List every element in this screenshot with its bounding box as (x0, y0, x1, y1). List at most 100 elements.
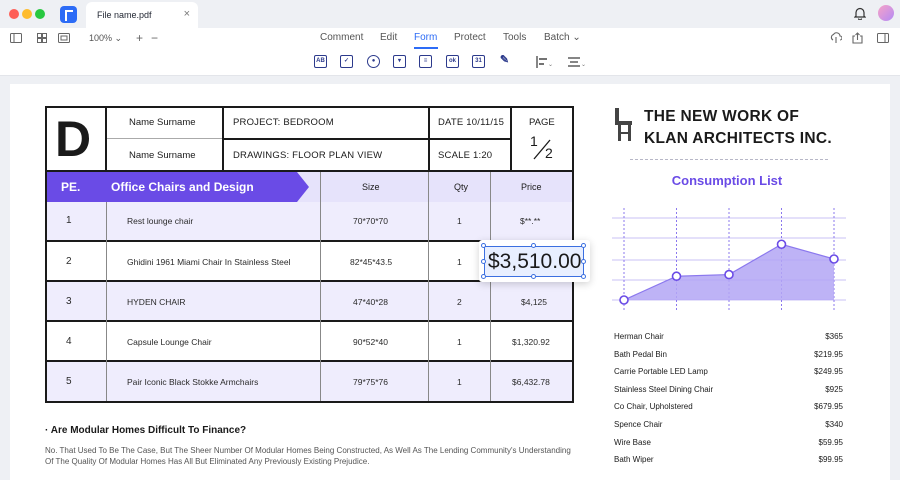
row-1-qty: 1 (457, 216, 462, 226)
col-size-header: Size (362, 182, 380, 192)
menu-form[interactable]: Form (414, 32, 437, 43)
radio-button-tool-icon[interactable]: ● (367, 55, 380, 68)
list-item-name: Stainless Steel Dining Chair (614, 384, 714, 394)
col-price-header: Price (521, 182, 542, 192)
consumption-area-chart (612, 208, 846, 310)
name-surname-2: Name Surname (129, 150, 196, 161)
list-item-name: Wire Base (614, 437, 651, 447)
button-tool-icon[interactable]: ok (446, 55, 459, 68)
date-field-tool-icon[interactable]: 31 (472, 55, 485, 68)
toolbar: 100% ⌄ + − Comment Edit Form Protect Too… (0, 28, 900, 76)
divider (428, 172, 429, 401)
page-view-icon[interactable] (58, 33, 70, 43)
resize-handle[interactable] (531, 274, 536, 279)
company-line-1: THE NEW WORK OF (644, 108, 800, 125)
row-2-size: 82*45*43.5 (350, 257, 393, 267)
share-icon[interactable] (852, 32, 863, 44)
panel-toggle-icon[interactable] (877, 33, 889, 43)
avatar[interactable] (878, 5, 894, 21)
col-pe-header: PE. (61, 180, 81, 194)
row-3-num: 3 (66, 296, 72, 307)
list-item-price: $219.95 (814, 349, 843, 359)
signature-tool-icon[interactable]: ✎ (498, 55, 511, 68)
combo-box-tool-icon[interactable]: ▾ (393, 55, 406, 68)
page-total: 2 (545, 145, 553, 161)
list-item-name: Bath Wiper (614, 455, 654, 465)
list-item-price: $59.95 (818, 437, 843, 447)
chart-point (724, 269, 734, 280)
resize-handle[interactable] (581, 243, 586, 248)
checkbox-tool-icon[interactable]: ✓ (340, 55, 353, 68)
zoom-out-button[interactable]: − (151, 31, 158, 45)
divider (107, 138, 222, 139)
company-title: THE NEW WORK OF KLAN ARCHITECTS INC. (644, 106, 832, 150)
menu-batch[interactable]: Batch ⌄ (544, 32, 581, 43)
divider (47, 320, 572, 322)
list-item-price: $365 (825, 332, 843, 341)
row-5-price[interactable]: $6,432.78 (512, 377, 550, 387)
svg-text:⌄: ⌄ (581, 62, 586, 68)
divider (106, 202, 107, 401)
upload-icon[interactable] (830, 32, 842, 44)
zoom-in-button[interactable]: + (136, 31, 143, 45)
row-3-price[interactable]: $4,125 (521, 297, 547, 307)
list-item-name: Co Chair, Upholstered (614, 402, 693, 412)
menu-edit[interactable]: Edit (380, 32, 397, 43)
date-label: DATE 10/11/15 (438, 117, 505, 128)
thumbnail-grid-icon[interactable] (37, 33, 47, 43)
resize-handle[interactable] (581, 274, 586, 279)
divider (490, 172, 491, 401)
row-2-name: Ghidini 1961 Miami Chair In Stainless St… (127, 257, 291, 267)
list-item-price: $679.95 (814, 402, 843, 412)
page-label: PAGE (529, 117, 555, 128)
notification-bell-icon[interactable] (854, 7, 866, 20)
row-5-qty: 1 (457, 377, 462, 387)
row-4-price[interactable]: $1,320.92 (512, 337, 550, 347)
faq-question: · Are Modular Homes Difficult To Finance… (45, 425, 247, 436)
resize-handle[interactable] (531, 243, 536, 248)
resize-handle[interactable] (481, 274, 486, 279)
align-tool-icon[interactable]: ⌄ (536, 56, 552, 68)
project-logo-letter: D (55, 111, 92, 167)
table-row (47, 322, 572, 361)
chart-point (776, 239, 787, 250)
company-line-2: KLAN ARCHITECTS INC. (644, 130, 832, 147)
col-qty-header: Qty (454, 182, 469, 192)
list-item-price: $99.95 (818, 455, 843, 465)
zoom-level[interactable]: 100% ⌄ (89, 33, 122, 44)
row-1-price[interactable]: $**.** (520, 216, 540, 226)
row-2-qty: 1 (457, 257, 462, 267)
scale-label: SCALE 1:20 (438, 150, 493, 161)
list-item-name: Spence Chair (614, 420, 663, 429)
distribute-tool-icon[interactable]: ⌄ (568, 56, 588, 68)
resize-handle[interactable] (481, 243, 486, 248)
document-tab[interactable]: File name.pdf × (86, 2, 198, 28)
resize-handle[interactable] (581, 259, 586, 264)
project-label: PROJECT: BEDROOM (233, 117, 334, 128)
price-input-value[interactable]: $3,510.00 (488, 250, 581, 274)
close-window-button[interactable] (9, 9, 19, 19)
menu-comment[interactable]: Comment (320, 32, 363, 43)
row-4-size: 90*52*40 (353, 337, 388, 347)
table-row (47, 282, 572, 321)
app-logo-icon[interactable] (60, 6, 77, 23)
maximize-window-button[interactable] (35, 9, 45, 19)
chart-point (619, 295, 629, 305)
tab-close-icon[interactable]: × (184, 8, 190, 20)
row-1-size: 70*70*70 (353, 216, 388, 226)
minimize-window-button[interactable] (22, 9, 32, 19)
consumption-title: Consumption List (671, 173, 783, 188)
row-5-num: 5 (66, 376, 72, 387)
resize-handle[interactable] (481, 259, 486, 264)
active-menu-indicator (414, 47, 438, 49)
row-3-name: HYDEN CHAIR (127, 297, 186, 307)
text-field-tool-icon[interactable]: AB (314, 55, 327, 68)
menu-tools[interactable]: Tools (503, 32, 526, 43)
row-1-name: Rest lounge chair (127, 216, 194, 226)
row-1-num: 1 (66, 215, 72, 226)
title-bar: File name.pdf × (0, 0, 900, 28)
chart-point (829, 254, 839, 264)
menu-protect[interactable]: Protect (454, 32, 486, 43)
list-box-tool-icon[interactable]: ≡ (419, 55, 432, 68)
sidebar-toggle-icon[interactable] (10, 33, 22, 43)
